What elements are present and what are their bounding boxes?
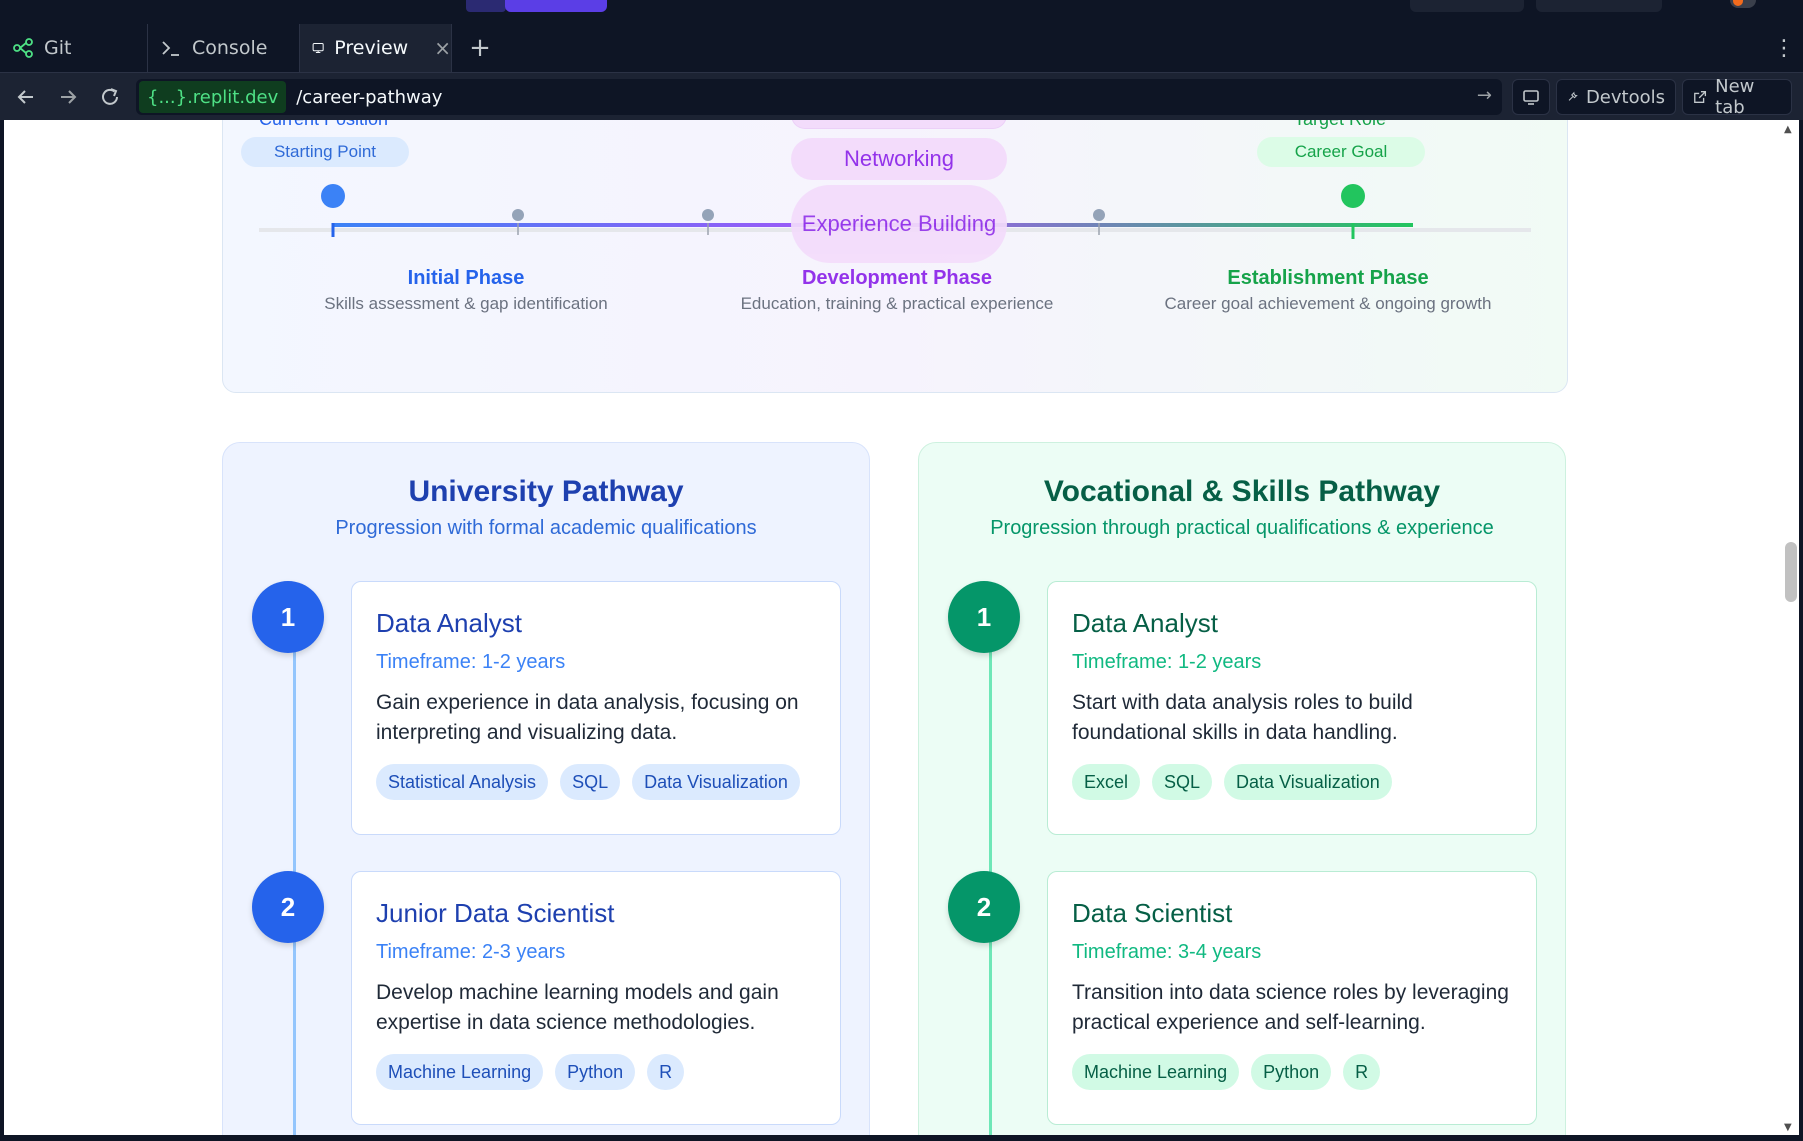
skill-tag: Machine Learning — [1072, 1054, 1240, 1090]
tab-bar: Git Console Preview × + ⋮ — [0, 24, 1803, 72]
scrollbar-thumb[interactable] — [1785, 542, 1797, 602]
experience-building-badge: Experience Building — [791, 185, 1007, 263]
tab-preview[interactable]: Preview × — [300, 24, 452, 72]
step-number: 1 — [252, 581, 324, 653]
header-button[interactable] — [1410, 0, 1524, 12]
address-field[interactable]: {...}.replit.dev /career-pathway → — [136, 79, 1502, 115]
step-card: Data Analyst Timeframe: 1-2 years Start … — [1047, 581, 1537, 835]
pathway-title: Vocational & Skills Pathway — [1043, 475, 1441, 508]
scroll-down-icon[interactable]: ▼ — [1784, 1122, 1792, 1133]
step-timeframe: Timeframe: 1-2 years — [376, 651, 566, 673]
pathway-subtitle: Progression with formal academic qualifi… — [335, 517, 757, 539]
milestone-badge — [791, 120, 1007, 129]
scrollbar[interactable]: ▲ ▼ — [1779, 120, 1799, 1135]
skill-tag: Python — [555, 1054, 636, 1090]
start-marker — [321, 184, 345, 208]
step-description: Develop machine learning models and gain… — [376, 981, 779, 1034]
step-timeframe: Timeframe: 1-2 years — [1072, 651, 1262, 673]
screen-size-button[interactable] — [1512, 79, 1550, 115]
milestone-dot — [1093, 209, 1105, 221]
phase-description: Skills assessment & gap identification — [324, 294, 608, 313]
step-title: Data Analyst — [1072, 608, 1218, 638]
screen-icon — [1523, 90, 1539, 105]
more-options-icon[interactable]: ⋮ — [1772, 32, 1796, 64]
step-card: Data Scientist Timeframe: 3-4 years Tran… — [1047, 871, 1537, 1125]
step-number: 2 — [252, 871, 324, 943]
step-description: Start with data analysis roles to build … — [1072, 691, 1413, 744]
networking-badge: Networking — [791, 138, 1007, 180]
phase-initial: Initial Phase Skills assessment & gap id… — [266, 267, 666, 314]
url-bar: {...}.replit.dev /career-pathway → Devto… — [0, 72, 1803, 120]
step-description: Transition into data science roles by le… — [1072, 981, 1509, 1034]
arrow-right-icon[interactable]: → — [1477, 85, 1492, 106]
step-title: Junior Data Scientist — [376, 898, 615, 928]
skill-tags: Machine Learning Python R — [1072, 1054, 1512, 1090]
step-card: Junior Data Scientist Timeframe: 2-3 yea… — [351, 871, 841, 1125]
tab-label: Git — [44, 37, 72, 59]
devtools-label: Devtools — [1585, 86, 1665, 108]
skill-tags: Machine Learning Python R — [376, 1054, 816, 1090]
pathway-subtitle: Progression through practical qualificat… — [990, 517, 1494, 539]
skill-tag: Statistical Analysis — [376, 764, 549, 800]
phase-title: Development Phase — [801, 267, 993, 289]
git-icon — [13, 38, 33, 58]
step-description: Gain experience in data analysis, focusi… — [376, 691, 799, 744]
step-timeframe: Timeframe: 2-3 years — [376, 941, 566, 963]
preview-icon — [312, 43, 324, 53]
university-pathway-card: University Pathway Progression with form… — [222, 442, 870, 1135]
header-button[interactable] — [1536, 0, 1662, 12]
phase-description: Career goal achievement & ongoing growth — [1164, 294, 1492, 313]
preview-viewport: Current Position Target Role Starting Po… — [4, 120, 1799, 1135]
wrench-icon — [1568, 91, 1578, 101]
skill-tags: Statistical Analysis SQL Data Visualizat… — [376, 764, 816, 800]
header-button[interactable] — [466, 0, 506, 12]
step-title: Data Analyst — [376, 608, 522, 638]
step-number: 2 — [948, 871, 1020, 943]
tab-label: Console — [192, 37, 268, 59]
add-tab-button[interactable]: + — [464, 32, 496, 64]
phase-title: Initial Phase — [407, 267, 525, 289]
skill-tag: Machine Learning — [376, 1054, 544, 1090]
tab-console[interactable]: Console — [148, 24, 300, 72]
goal-marker — [1341, 184, 1365, 208]
console-icon — [162, 41, 179, 56]
back-icon[interactable] — [10, 81, 42, 113]
forward-icon[interactable] — [52, 81, 84, 113]
new-tab-button[interactable]: New tab — [1682, 76, 1792, 118]
url-path[interactable]: /career-pathway — [296, 87, 442, 108]
phase-description: Education, training & practical experien… — [740, 294, 1054, 313]
skill-tag: R — [647, 1054, 685, 1090]
skill-tag: SQL — [1152, 764, 1213, 800]
milestone-dot — [702, 209, 714, 221]
phase-development: Development Phase Education, training & … — [697, 267, 1097, 314]
new-tab-label: New tab — [1715, 76, 1755, 118]
phase-title: Establishment Phase — [1227, 267, 1429, 289]
url-domain: {...}.replit.dev — [139, 81, 287, 113]
skill-tag: Excel — [1072, 764, 1141, 800]
external-link-icon — [1694, 91, 1707, 103]
step-number: 1 — [948, 581, 1020, 653]
run-button[interactable] — [505, 0, 607, 12]
step-title: Data Scientist — [1072, 898, 1233, 928]
skill-tag: Python — [1251, 1054, 1332, 1090]
close-icon[interactable]: × — [434, 36, 451, 60]
milestone-dot — [512, 209, 524, 221]
vocational-pathway-card: Vocational & Skills Pathway Progression … — [918, 442, 1566, 1135]
workspace-header — [0, 0, 1803, 24]
pathway-title: University Pathway — [408, 475, 684, 508]
skill-tag: Data Visualization — [1224, 764, 1392, 800]
scroll-up-icon[interactable]: ▲ — [1784, 124, 1792, 135]
career-timeline-card: Current Position Target Role Starting Po… — [222, 120, 1568, 393]
reload-icon[interactable] — [94, 81, 126, 113]
step-card: Data Analyst Timeframe: 1-2 years Gain e… — [351, 581, 841, 835]
tab-git[interactable]: Git — [0, 24, 148, 72]
skill-tags: Excel SQL Data Visualization — [1072, 764, 1512, 800]
skill-tag: Data Visualization — [632, 764, 800, 800]
skill-tag: R — [1343, 1054, 1381, 1090]
devtools-button[interactable]: Devtools — [1556, 79, 1676, 115]
skill-tag: SQL — [560, 764, 621, 800]
step-timeframe: Timeframe: 3-4 years — [1072, 941, 1262, 963]
tab-label: Preview — [334, 37, 409, 59]
phase-establishment: Establishment Phase Career goal achievem… — [1128, 267, 1528, 314]
